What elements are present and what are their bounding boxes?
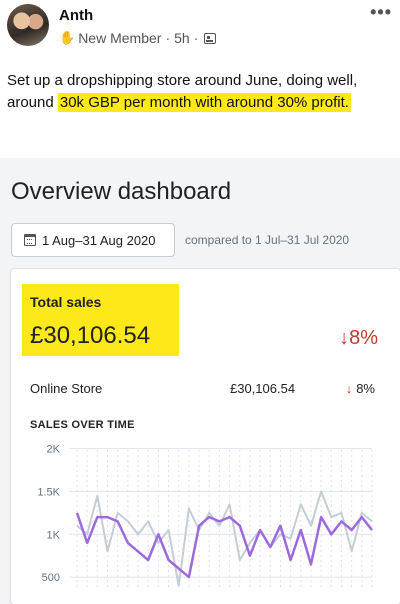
member-badge: New Member: [78, 30, 162, 46]
channel-change-value: 8%: [356, 381, 375, 396]
date-range-button[interactable]: 1 Aug–31 Aug 2020: [11, 223, 175, 257]
chart-title: SALES OVER TIME: [30, 419, 135, 431]
wave-icon: ✋: [59, 30, 76, 45]
meta-separator: ·: [165, 30, 171, 46]
compare-label: compared to 1 Jul–31 Jul 2020: [185, 233, 350, 247]
author-name[interactable]: Anth: [59, 7, 93, 24]
post-time[interactable]: 5h: [174, 30, 190, 46]
calendar-icon: [24, 234, 36, 246]
y-tick-label: 2K: [47, 444, 61, 456]
down-arrow-icon: ↓: [345, 381, 353, 396]
channel-change: ↓ 8%: [346, 381, 375, 396]
channel-value: £30,106.54: [230, 381, 296, 396]
total-sales-value: £30,106.54: [30, 322, 151, 349]
channel-label: Online Store: [30, 381, 103, 396]
y-tick-label: 1K: [47, 529, 61, 541]
dashboard-title: Overview dashboard: [11, 178, 232, 205]
more-options-icon[interactable]: •••: [370, 2, 392, 23]
sales-over-time-chart: 2K 1.5K 1K 500: [37, 444, 373, 590]
post-text: Set up a dropshipping store around June,…: [7, 70, 397, 114]
y-tick-label: 1.5K: [37, 486, 60, 498]
avatar[interactable]: [7, 4, 49, 46]
meta-separator-2: ·: [193, 30, 199, 46]
current-period-line: [75, 512, 373, 579]
date-range-label: 1 Aug–31 Aug 2020: [42, 232, 156, 248]
post-text-highlight: 30k GBP per month with around 30% profit…: [57, 93, 351, 112]
previous-period-line: [76, 490, 373, 587]
total-sales-change: ↓8%: [339, 327, 378, 349]
y-tick-label: 500: [42, 572, 60, 584]
post-meta: ✋ New Member · 5h ·: [59, 30, 217, 46]
post-header: Anth ✋ New Member · 5h · •••: [0, 0, 400, 62]
privacy-icon: [204, 32, 217, 44]
total-sales-label: Total sales: [30, 294, 102, 310]
